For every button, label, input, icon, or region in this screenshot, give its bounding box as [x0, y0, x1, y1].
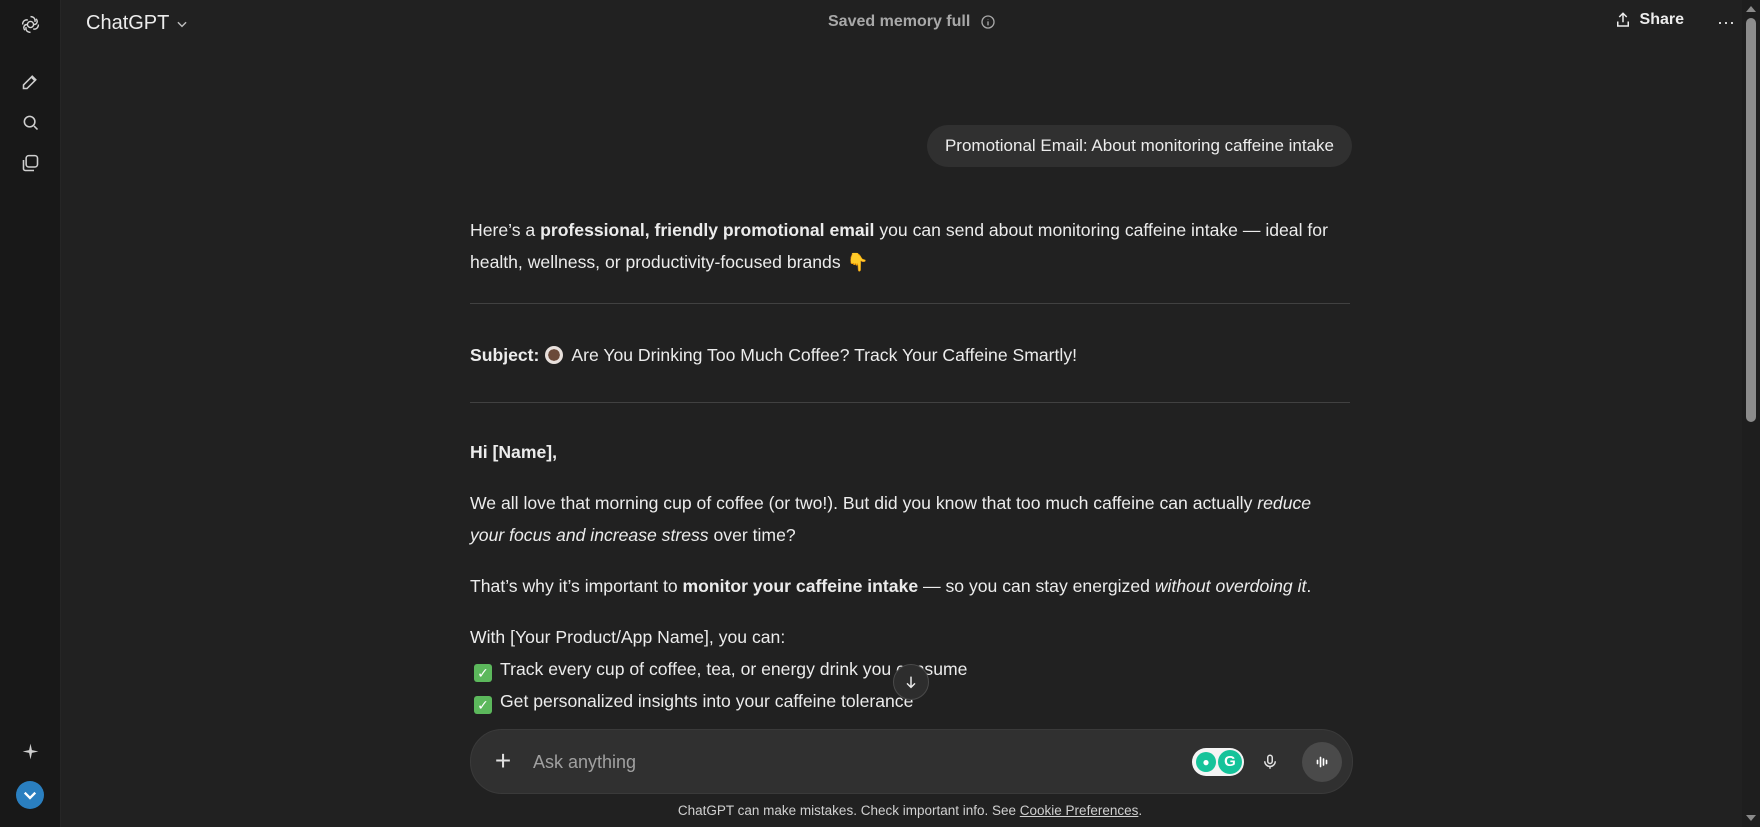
model-name: ChatGPT [86, 12, 170, 34]
paragraph-1: We all love that morning cup of coffee (… [470, 487, 1350, 551]
voice-mode-button[interactable] [1302, 742, 1342, 782]
lightbulb-icon: ● [1196, 752, 1216, 772]
subject-label: Subject: [470, 345, 540, 365]
waveform-icon [1316, 756, 1328, 768]
library-button[interactable] [15, 148, 45, 178]
share-icon [1616, 12, 1629, 27]
scroll-to-bottom-button[interactable] [893, 664, 929, 700]
share-button[interactable]: Share [1614, 11, 1684, 29]
edit-icon [22, 74, 37, 89]
check-mark-icon: ✓ [474, 664, 492, 682]
explore-button[interactable] [15, 736, 45, 766]
share-label: Share [1639, 11, 1684, 28]
user-message-text: Promotional Email: About monitoring caff… [944, 136, 1334, 155]
model-selector[interactable]: ChatGPT [80, 10, 195, 37]
scroll-up-arrow-icon[interactable] [1746, 6, 1756, 12]
avatar-icon [23, 791, 37, 800]
grammarly-icon: G [1218, 750, 1242, 774]
cookie-preferences-link[interactable]: Cookie Preferences [1020, 803, 1139, 818]
more-options-button[interactable]: ··· [1714, 10, 1738, 34]
search-icon [23, 115, 38, 130]
greeting-text: Hi [Name], [470, 442, 558, 462]
prompt-input[interactable] [531, 744, 1095, 780]
bullet-text: Get personalized insights into your caff… [500, 691, 914, 711]
scroll-down-arrow-icon[interactable] [1746, 815, 1756, 821]
top-bar: ChatGPT Saved memory full Share ··· [60, 0, 1742, 46]
p1-text-end: over time? [708, 525, 796, 545]
subject-text: Are You Drinking Too Much Coffee? Track … [571, 345, 1078, 365]
coffee-emoji-icon [545, 346, 564, 364]
p2-italic: without overdoing it [1154, 576, 1307, 596]
openai-logo-icon[interactable] [15, 9, 45, 39]
divider [470, 303, 1350, 304]
greeting: Hi [Name], [470, 436, 1350, 468]
grammarly-widget[interactable]: ● G [1192, 748, 1244, 776]
memory-status[interactable]: Saved memory full [828, 13, 996, 31]
point-down-emoji: 👇 [846, 252, 869, 272]
disclaimer-end: . [1138, 803, 1143, 818]
p2-bold: monitor your caffeine intake [682, 576, 919, 596]
new-chat-button[interactable] [15, 66, 45, 96]
sparkle-icon [22, 743, 38, 759]
disclaimer-text: ChatGPT can make mistakes. Check importa… [677, 803, 1020, 818]
chevron-down-icon [177, 21, 187, 27]
images-icon [22, 154, 38, 171]
user-message-bubble: Promotional Email: About monitoring caff… [926, 125, 1352, 167]
composer: + ● G [470, 729, 1353, 794]
p2-text-mid: — so you can stay energized [918, 576, 1155, 596]
check-mark-icon: ✓ [474, 696, 492, 714]
assistant-message: Here’s a professional, friendly promotio… [470, 214, 1350, 717]
scrollbar-thumb[interactable] [1746, 18, 1756, 422]
intro-bold: professional, friendly promotional email [540, 220, 875, 240]
paragraph-2: That’s why it’s important to monitor you… [470, 570, 1350, 602]
microphone-icon [1264, 754, 1276, 769]
scrollbar[interactable] [1742, 0, 1760, 827]
more-icon: ··· [1717, 11, 1735, 32]
divider [470, 402, 1350, 403]
info-icon [981, 15, 995, 29]
memory-status-text: Saved memory full [828, 13, 971, 30]
plus-icon[interactable]: + [489, 747, 517, 775]
disclaimer: ChatGPT can make mistakes. Check importa… [0, 803, 1760, 818]
intro-paragraph: Here’s a professional, friendly promotio… [470, 214, 1350, 278]
p2-text-end: . [1306, 576, 1312, 596]
p2-text: That’s why it’s important to [470, 576, 683, 596]
microphone-button[interactable] [1256, 748, 1284, 776]
arrow-down-icon [906, 676, 916, 689]
intro-text: Here’s a [470, 220, 541, 240]
subject-line: Subject: Are You Drinking Too Much Coffee… [470, 339, 1350, 371]
sidebar-rail [0, 0, 61, 827]
p1-text: We all love that morning cup of coffee (… [470, 493, 1258, 513]
paragraph-3: With [Your Product/App Name], you can: [470, 627, 786, 647]
search-button[interactable] [15, 107, 45, 137]
